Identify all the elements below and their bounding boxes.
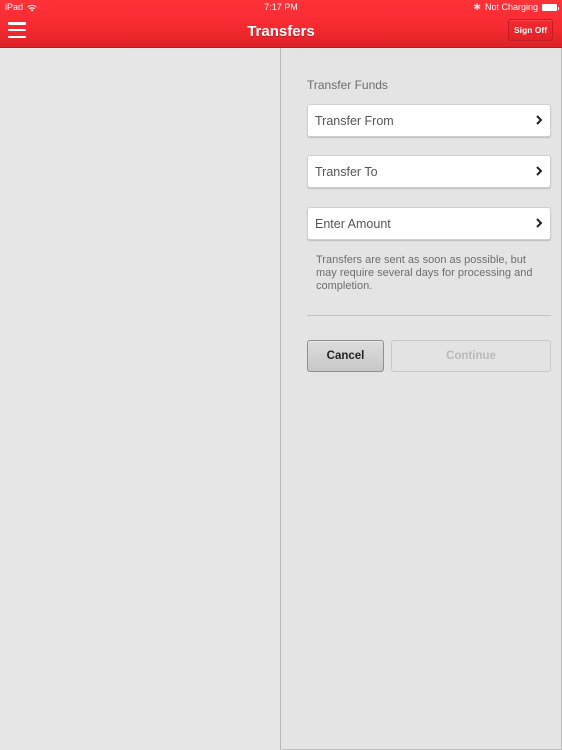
- chevron-right-icon: [536, 166, 543, 176]
- field-label: Enter Amount: [315, 217, 391, 231]
- sign-off-button[interactable]: Sign Off: [508, 19, 553, 41]
- field-label: Transfer To: [315, 165, 378, 179]
- chevron-right-icon: [536, 115, 543, 125]
- divider: [307, 315, 551, 316]
- top-bar: iPad 7:17 PM ✱ Not Charging Transfers Si…: [0, 0, 562, 48]
- transfer-note: Transfers are sent as soon as possible, …: [316, 254, 533, 292]
- master-pane: [0, 48, 281, 750]
- transfer-from-field[interactable]: Transfer From: [307, 104, 551, 137]
- chevron-right-icon: [536, 218, 543, 228]
- cancel-button[interactable]: Cancel: [307, 340, 384, 372]
- continue-button[interactable]: Continue: [391, 340, 551, 372]
- detail-pane: Transfer Funds Transfer From Transfer To…: [282, 48, 562, 750]
- bluetooth-icon: ✱: [473, 2, 481, 12]
- section-label: Transfer Funds: [307, 78, 388, 92]
- status-right: ✱ Not Charging: [473, 0, 559, 15]
- charging-status: Not Charging: [484, 2, 538, 12]
- nav-bar: Transfers Sign Off: [0, 15, 562, 48]
- transfer-to-field[interactable]: Transfer To: [307, 155, 551, 188]
- enter-amount-field[interactable]: Enter Amount: [307, 207, 551, 240]
- battery-icon: [542, 4, 559, 11]
- page-title: Transfers: [247, 23, 315, 40]
- field-label: Transfer From: [315, 114, 394, 128]
- status-bar: iPad 7:17 PM ✱ Not Charging: [0, 0, 562, 15]
